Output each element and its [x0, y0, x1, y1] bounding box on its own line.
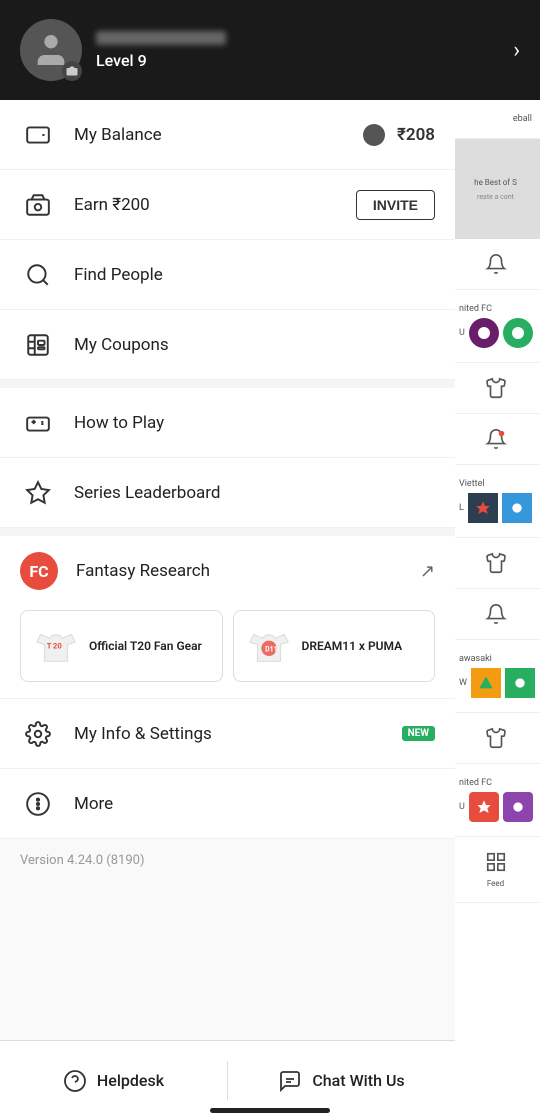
search-icon	[20, 257, 56, 293]
earn-item[interactable]: Earn ₹200 INVITE	[0, 170, 455, 240]
my-coupons-item[interactable]: My Coupons	[0, 310, 455, 380]
earn-label: Earn ₹200	[74, 195, 356, 215]
right-col-shirt-1	[451, 363, 540, 414]
d11-merch-label: DREAM11 x PUMA	[302, 638, 403, 655]
more-label: More	[74, 794, 435, 814]
right-col-shirt-3	[451, 713, 540, 764]
settings-label: My Info & Settings	[74, 724, 394, 744]
find-people-label: Find People	[74, 265, 435, 285]
settings-item[interactable]: My Info & Settings NEW	[0, 699, 455, 769]
right-col-promo: he Best of S reate a cont	[451, 139, 540, 239]
merch-card-d11[interactable]: D11 DREAM11 x PUMA	[233, 610, 436, 682]
more-icon	[20, 786, 56, 822]
right-col-shirt-2	[451, 538, 540, 589]
menu-container: My Balance ₹208 Earn ₹200 INVITE Find Pe…	[0, 100, 455, 1120]
right-col-bell-1	[451, 239, 540, 290]
balance-toggle[interactable]	[363, 124, 385, 146]
right-col-team-3: awasaki W	[451, 640, 540, 713]
earn-icon	[20, 187, 56, 223]
svg-text:T: T	[47, 641, 52, 650]
fantasy-research-section: FC Fantasy Research ↗ T 20 Official T20 …	[0, 536, 455, 699]
right-col-bell-2	[451, 414, 540, 465]
home-bar	[210, 1108, 330, 1113]
star-icon	[20, 475, 56, 511]
merch-card-t20[interactable]: T 20 Official T20 Fan Gear	[20, 610, 223, 682]
fantasy-research-item[interactable]: FC Fantasy Research ↗	[0, 536, 455, 606]
chat-icon	[278, 1069, 302, 1093]
my-coupons-label: My Coupons	[74, 335, 435, 355]
my-balance-item[interactable]: My Balance ₹208	[0, 100, 455, 170]
my-balance-label: My Balance	[74, 125, 363, 145]
helpdesk-icon	[63, 1069, 87, 1093]
user-info: Level 9	[96, 31, 513, 70]
username	[96, 31, 226, 45]
chat-label: Chat With Us	[312, 1071, 404, 1090]
right-col-team-2: Viettel L	[451, 465, 540, 538]
find-people-item[interactable]: Find People	[0, 240, 455, 310]
series-leaderboard-item[interactable]: Series Leaderboard	[0, 458, 455, 528]
right-col-items: eball he Best of S reate a cont nited FC…	[451, 100, 540, 903]
settings-icon	[20, 716, 56, 752]
t20-merch-label: Official T20 Fan Gear	[89, 638, 202, 655]
right-col-bell-3	[451, 589, 540, 640]
wallet-menu-icon	[20, 117, 56, 153]
invite-button[interactable]: INVITE	[356, 190, 435, 220]
user-level: Level 9	[96, 51, 147, 70]
fantasy-research-label: Fantasy Research	[76, 561, 420, 581]
external-link-icon: ↗	[420, 561, 435, 582]
right-col-team-4: nited FC U	[451, 764, 540, 837]
more-item[interactable]: More	[0, 769, 455, 839]
d11-shirt-icon: D11	[244, 621, 294, 671]
camera-badge	[62, 61, 82, 81]
background-app-overlay: eball he Best of S reate a cont nited FC…	[450, 0, 540, 1120]
right-col-team-1: nited FC U	[451, 290, 540, 363]
new-badge: NEW	[402, 726, 435, 741]
how-to-play-item[interactable]: How to Play	[0, 388, 455, 458]
home-indicator	[0, 1100, 540, 1120]
app-header: Level 9 ›	[0, 0, 540, 100]
coupon-icon	[20, 327, 56, 363]
balance-value: ₹208	[397, 125, 435, 145]
divider-2	[0, 528, 455, 536]
header-chevron[interactable]: ›	[513, 38, 520, 63]
svg-text:D11: D11	[265, 645, 277, 653]
how-to-play-label: How to Play	[74, 413, 435, 433]
series-leaderboard-label: Series Leaderboard	[74, 483, 435, 503]
avatar[interactable]	[20, 19, 82, 81]
right-col-feed: Feed	[451, 837, 540, 903]
t20-shirt-icon: T 20	[31, 621, 81, 671]
divider-1	[0, 380, 455, 388]
helpdesk-label: Helpdesk	[97, 1071, 164, 1090]
right-col-sport-label: eball	[451, 100, 540, 139]
gamepad-icon	[20, 405, 56, 441]
fantasy-logo: FC	[20, 552, 58, 590]
merch-row: T 20 Official T20 Fan Gear D11 DREAM11 x…	[0, 606, 455, 698]
svg-text:20: 20	[53, 641, 62, 650]
